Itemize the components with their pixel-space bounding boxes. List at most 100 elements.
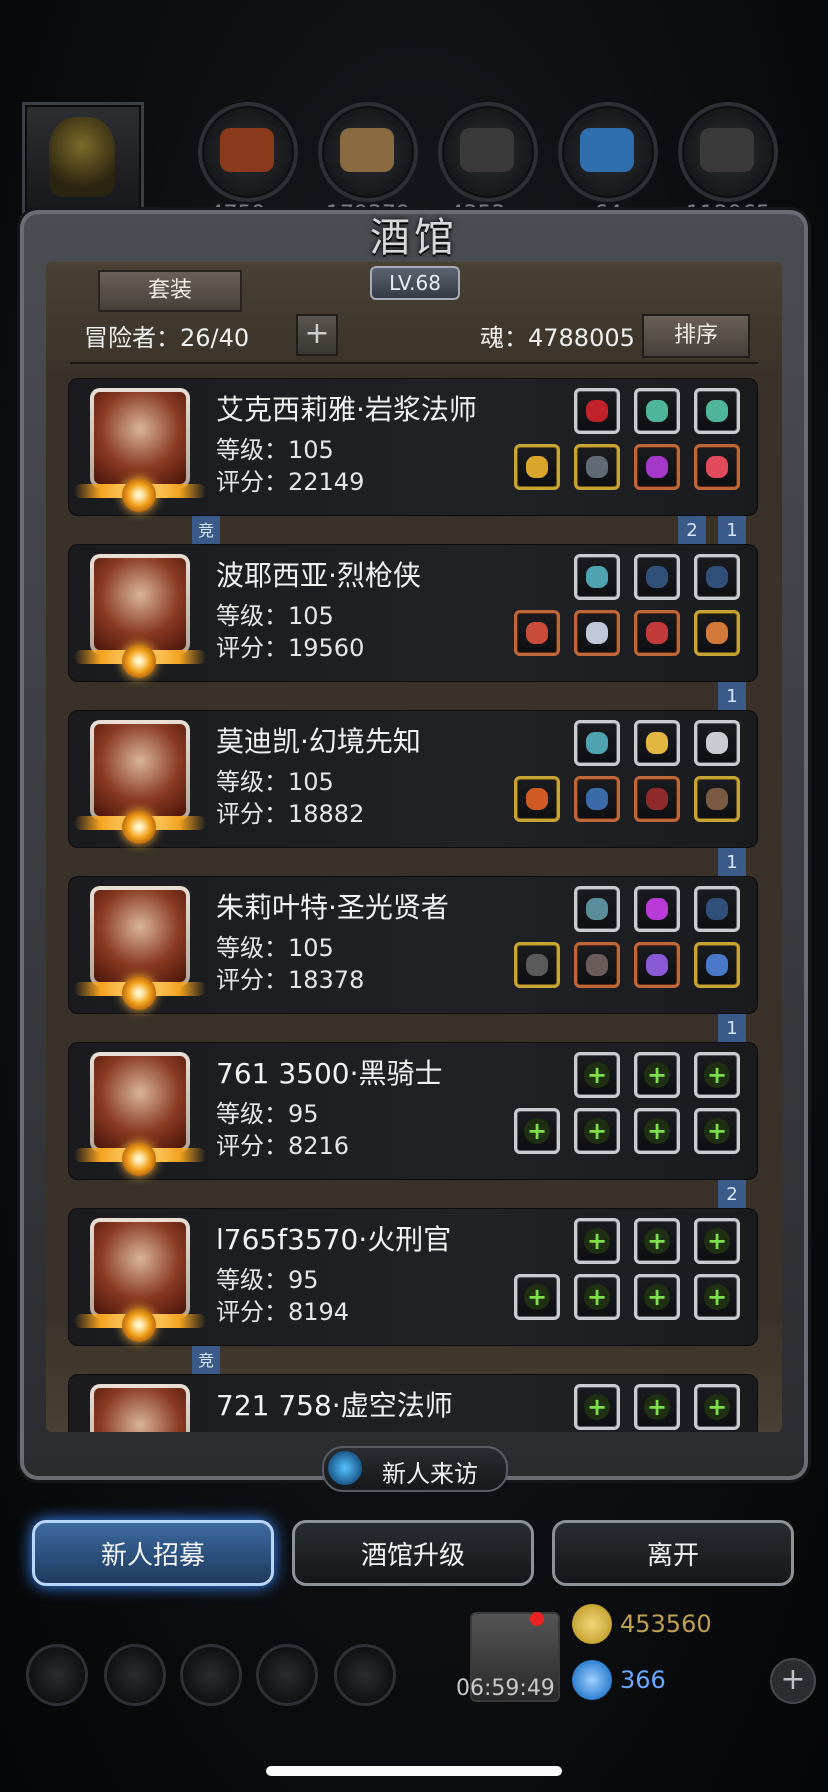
plus-icon: + bbox=[704, 1284, 730, 1310]
equipment-slot[interactable] bbox=[694, 720, 740, 766]
hero-list[interactable]: 艾克西莉雅·岩浆法师 等级：105 评分：22149 竞 2 1 波耶西亚·烈枪侠 等级：10… bbox=[62, 374, 762, 1432]
equipment-slot[interactable] bbox=[574, 942, 620, 988]
hero-portrait-button[interactable] bbox=[22, 102, 144, 218]
equipment-slot[interactable] bbox=[694, 942, 740, 988]
equipment-slot[interactable] bbox=[634, 886, 680, 932]
equipment-slot[interactable] bbox=[514, 610, 560, 656]
equipment-icon bbox=[646, 788, 668, 810]
equipment-slot[interactable] bbox=[574, 886, 620, 932]
plus-icon: + bbox=[584, 1118, 610, 1144]
equipment-slot[interactable] bbox=[694, 554, 740, 600]
equipment-slot[interactable] bbox=[634, 554, 680, 600]
hero-card[interactable]: 761 3500·黑骑士 等级：95 评分：8216 + + + + + + + bbox=[68, 1042, 758, 1180]
equipment-slot[interactable] bbox=[514, 776, 560, 822]
hero-name: 莫迪凯·幻境先知 bbox=[216, 725, 421, 758]
hero-card[interactable]: 721 758·虚空法师 + + + bbox=[68, 1374, 758, 1432]
resource-5[interactable]: 112965 bbox=[678, 102, 778, 227]
equipment-icon bbox=[706, 732, 728, 754]
resource-2[interactable]: 179379 bbox=[318, 102, 418, 227]
add-currency-button[interactable]: + bbox=[770, 1658, 816, 1704]
equipment-slot[interactable] bbox=[574, 610, 620, 656]
equipment-slot[interactable] bbox=[694, 776, 740, 822]
suit-button[interactable]: 套装 bbox=[98, 270, 242, 312]
sort-button[interactable]: 排序 bbox=[642, 314, 750, 358]
hero-score: 评分：8194 bbox=[216, 1298, 350, 1326]
leave-button[interactable]: 离开 bbox=[552, 1520, 794, 1586]
divider bbox=[70, 362, 758, 364]
equipment-slot[interactable] bbox=[634, 720, 680, 766]
wood-icon bbox=[340, 128, 394, 172]
plus-icon: + bbox=[644, 1118, 670, 1144]
equipment-icon bbox=[526, 622, 548, 644]
equipment-slot[interactable] bbox=[634, 388, 680, 434]
equipment-slot[interactable] bbox=[634, 942, 680, 988]
hero-card[interactable]: 朱莉叶特·圣光贤者 等级：105 评分：18378 bbox=[68, 876, 758, 1014]
equip-add-slot[interactable]: + bbox=[694, 1108, 740, 1154]
equip-add-slot[interactable]: + bbox=[514, 1274, 560, 1320]
equipment-icon bbox=[646, 732, 668, 754]
hero-card[interactable]: 莫迪凯·幻境先知 等级：105 评分：18882 bbox=[68, 710, 758, 848]
equipment-icon bbox=[706, 622, 728, 644]
hero-portrait bbox=[74, 720, 206, 844]
equip-add-slot[interactable]: + bbox=[634, 1108, 680, 1154]
equip-add-slot[interactable]: + bbox=[694, 1052, 740, 1098]
equipment-icon bbox=[646, 400, 668, 422]
hero-card[interactable]: 艾克西莉雅·岩浆法师 等级：105 评分：22149 bbox=[68, 378, 758, 516]
settings-icon[interactable] bbox=[26, 1644, 88, 1706]
equip-add-slot[interactable]: + bbox=[694, 1384, 740, 1430]
equip-add-slot[interactable]: + bbox=[574, 1274, 620, 1320]
equip-add-slot[interactable]: + bbox=[694, 1274, 740, 1320]
equipment-icon bbox=[586, 898, 608, 920]
equipment-slot[interactable] bbox=[514, 942, 560, 988]
mail-icon[interactable] bbox=[256, 1644, 318, 1706]
equipment-slot[interactable] bbox=[634, 610, 680, 656]
equipment-slot[interactable] bbox=[694, 388, 740, 434]
equipment-slot[interactable] bbox=[514, 444, 560, 490]
equip-add-slot[interactable]: + bbox=[634, 1052, 680, 1098]
resource-4[interactable]: ...64... bbox=[558, 102, 658, 227]
hero-card[interactable]: 波耶西亚·烈枪侠 等级：105 评分：19560 bbox=[68, 544, 758, 682]
new-visitor-button[interactable]: 新人来访 bbox=[322, 1446, 508, 1492]
resource-3[interactable]: 4353... bbox=[438, 102, 538, 227]
equip-add-slot[interactable]: + bbox=[634, 1218, 680, 1264]
equip-add-slot[interactable]: + bbox=[574, 1218, 620, 1264]
equipment-icon bbox=[526, 788, 548, 810]
equip-add-slot[interactable]: + bbox=[694, 1218, 740, 1264]
shield-icon[interactable] bbox=[104, 1644, 166, 1706]
equip-add-slot[interactable]: + bbox=[574, 1052, 620, 1098]
swords-icon[interactable] bbox=[334, 1644, 396, 1706]
equipment-icon bbox=[586, 732, 608, 754]
hero-face-image bbox=[94, 724, 186, 816]
equipment-slot[interactable] bbox=[694, 886, 740, 932]
equipment-slot[interactable] bbox=[574, 444, 620, 490]
add-capacity-button[interactable]: + bbox=[296, 314, 338, 356]
equipment-slot[interactable] bbox=[634, 776, 680, 822]
plus-icon: + bbox=[584, 1062, 610, 1088]
hero-face-image bbox=[94, 1056, 186, 1148]
gold-value: 453560 bbox=[620, 1610, 712, 1638]
equipment-slot[interactable] bbox=[574, 388, 620, 434]
recruit-button[interactable]: 新人招募 bbox=[32, 1520, 274, 1586]
upgrade-tavern-button[interactable]: 酒馆升级 bbox=[292, 1520, 534, 1586]
equip-add-slot[interactable]: + bbox=[574, 1384, 620, 1430]
equipment-slot[interactable] bbox=[574, 776, 620, 822]
resource-1[interactable]: 4759... bbox=[198, 102, 298, 227]
hero-face-image bbox=[94, 392, 186, 484]
equipment-slot[interactable] bbox=[694, 444, 740, 490]
hero-card[interactable]: l765f3570·火刑官 等级：95 评分：8194 + + + + + + + bbox=[68, 1208, 758, 1346]
hero-level: 等级：95 bbox=[216, 1100, 319, 1128]
hero-level: 等级：105 bbox=[216, 436, 334, 464]
equipment-slot[interactable] bbox=[634, 444, 680, 490]
guild-icon[interactable] bbox=[180, 1644, 242, 1706]
plus-icon: + bbox=[644, 1394, 670, 1420]
equip-add-slot[interactable]: + bbox=[634, 1384, 680, 1430]
equip-add-slot[interactable]: + bbox=[514, 1108, 560, 1154]
plus-icon: + bbox=[584, 1284, 610, 1310]
equipment-slot[interactable] bbox=[694, 610, 740, 656]
equipment-icon bbox=[586, 954, 608, 976]
equip-add-slot[interactable]: + bbox=[574, 1108, 620, 1154]
notification-dot bbox=[530, 1612, 544, 1626]
equip-add-slot[interactable]: + bbox=[634, 1274, 680, 1320]
equipment-slot[interactable] bbox=[574, 554, 620, 600]
equipment-slot[interactable] bbox=[574, 720, 620, 766]
